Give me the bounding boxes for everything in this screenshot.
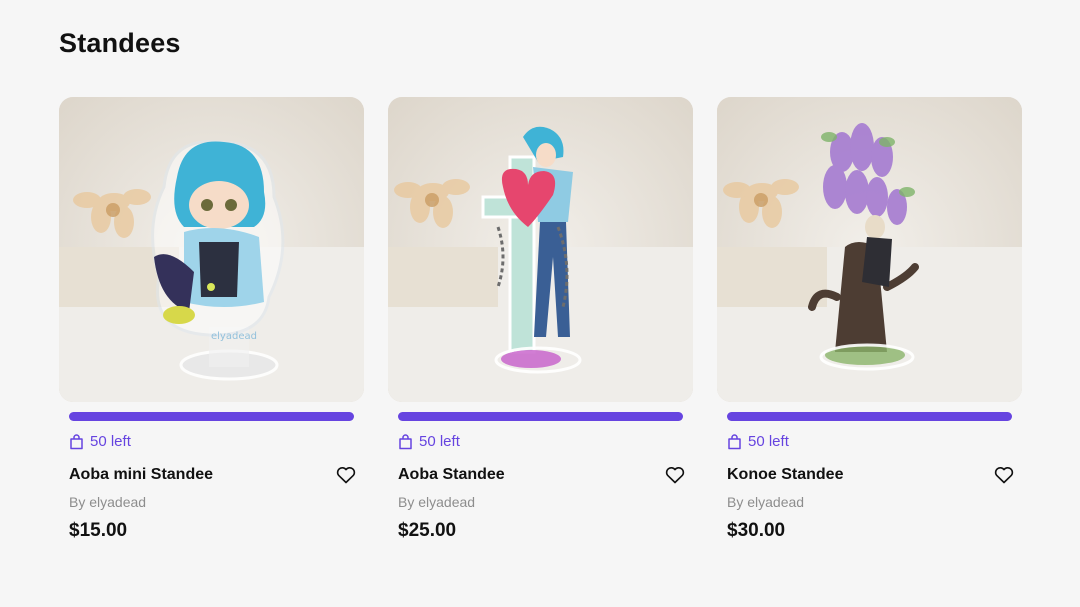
- product-card[interactable]: elyadead 50 left Aoba mini Standee By el…: [59, 97, 364, 542]
- stock-progress-bar: [69, 412, 354, 421]
- shopping-bag-icon: [727, 433, 742, 450]
- section-title: Standees: [59, 28, 181, 58]
- wishlist-heart-icon[interactable]: [335, 464, 357, 486]
- product-image[interactable]: [388, 97, 693, 402]
- wishlist-heart-icon[interactable]: [664, 464, 686, 486]
- product-title[interactable]: Konoe Standee: [727, 466, 843, 484]
- stock-count: 50 left: [419, 433, 460, 450]
- product-price: $15.00: [69, 520, 128, 541]
- product-card[interactable]: 50 left Aoba Standee By elyadead $25.00: [388, 97, 693, 542]
- product-price: $30.00: [727, 520, 786, 541]
- shopping-bag-icon: [398, 433, 413, 450]
- product-image[interactable]: [717, 97, 1022, 402]
- seller-name: By elyadead: [727, 494, 805, 510]
- product-price: $25.00: [398, 520, 457, 541]
- seller-name: By elyadead: [398, 494, 476, 510]
- wishlist-heart-icon[interactable]: [993, 464, 1015, 486]
- stock-count: 50 left: [90, 433, 131, 450]
- product-grid: elyadead 50 left Aoba mini Standee By el…: [59, 97, 1022, 542]
- seller-name: By elyadead: [69, 494, 147, 510]
- shopping-bag-icon: [69, 433, 84, 450]
- svg-text:elyadead: elyadead: [211, 331, 257, 342]
- product-card[interactable]: 50 left Konoe Standee By elyadead $30.00: [717, 97, 1022, 542]
- standees-section: Standees elyadead 50 left Aoba mini Stan…: [0, 0, 1080, 607]
- stock-progress-bar: [398, 412, 683, 421]
- product-image[interactable]: elyadead: [59, 97, 364, 402]
- product-title[interactable]: Aoba Standee: [398, 466, 505, 484]
- product-title[interactable]: Aoba mini Standee: [69, 466, 213, 484]
- stock-count: 50 left: [748, 433, 789, 450]
- stock-progress-bar: [727, 412, 1012, 421]
